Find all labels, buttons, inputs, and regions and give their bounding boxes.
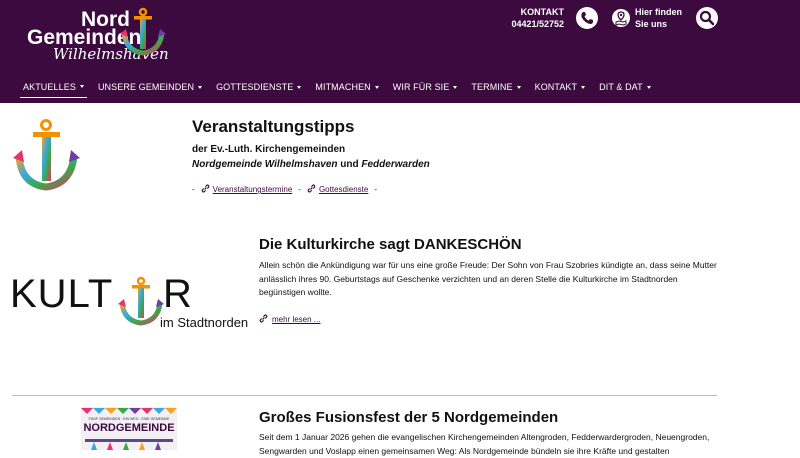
chevron-down-icon <box>79 85 84 88</box>
nav-item-gottesdienste[interactable]: GOTTESDIENSTE <box>213 77 304 97</box>
site-header: Nord Gemeinden Wilhelmshaven KONTAKT 044… <box>0 0 800 103</box>
link-separator: - <box>298 185 301 194</box>
chevron-down-icon <box>646 85 651 89</box>
contact-phone: 04421/52752 <box>511 19 564 29</box>
nav-label: GOTTESDIENSTE <box>216 82 294 92</box>
article-text: Allein schön die Ankündigung war für uns… <box>259 260 717 297</box>
anchor-large-icon <box>13 119 80 191</box>
bunting-icon <box>81 408 177 414</box>
kultur-logo-subtitle: im Stadtnorden <box>160 315 249 330</box>
kultur-logo-text-2: R <box>163 272 192 316</box>
chevron-down-icon <box>198 85 203 89</box>
find-us-link[interactable]: Hier finden Sie uns <box>635 6 682 30</box>
chevron-down-icon <box>581 85 586 89</box>
intro-congregation-1: Nordgemeinde Wilhelmshaven <box>192 159 338 170</box>
nav-label: TERMINE <box>471 82 513 92</box>
nav-label: AKTUELLES <box>23 81 76 92</box>
article-text: Seit dem 1 Januar 2026 gehen die evangel… <box>259 432 710 456</box>
main-nav: AKTUELLES UNSERE GEMEINDEN GOTTESDIENSTE… <box>20 76 662 98</box>
nav-item-mitmachen[interactable]: MITMACHEN <box>312 77 381 97</box>
intro-links: - Veranstaltungstermine - Gottesdienste … <box>192 184 377 195</box>
find-us-line2: Sie uns <box>635 19 668 29</box>
find-us-line1: Hier finden <box>635 7 683 17</box>
link-separator: - <box>192 185 195 194</box>
intro-and: und <box>340 159 359 170</box>
header-contact[interactable]: KONTAKT 04421/52752 <box>506 6 564 30</box>
chevron-down-icon <box>453 85 458 89</box>
contact-label: KONTAKT <box>520 7 564 17</box>
nav-item-termine[interactable]: TERMINE <box>468 77 523 97</box>
anchor-logo-icon <box>120 7 166 56</box>
nav-label: MITMACHEN <box>315 82 371 92</box>
anchor-kultur-icon <box>118 276 164 326</box>
map-icon[interactable] <box>612 9 630 27</box>
intro-line: Nordgemeinde Wilhelmshaven und Fedderwar… <box>192 159 430 170</box>
chevron-down-icon <box>374 85 379 89</box>
chevron-down-icon <box>297 85 302 89</box>
poster-title: NORDGEMEINDE <box>83 422 175 434</box>
link-separator: - <box>374 185 377 194</box>
nav-item-dit-dat[interactable]: DIT & DAT <box>596 77 654 97</box>
search-icon[interactable] <box>696 7 718 29</box>
fusionsfest-poster[interactable]: FÜNF GEMEINDEN · EIN WEG · EINE GEMEINDE… <box>81 407 177 450</box>
intro-subtitle: der Ev.-Luth. Kirchengemeinden <box>192 144 346 155</box>
nav-item-wir-fuer-sie[interactable]: WIR FÜR SIE <box>390 77 461 97</box>
link-gottesdienste[interactable]: Gottesdienste <box>319 185 368 194</box>
link-veranstaltungstermine[interactable]: Veranstaltungstermine <box>213 185 293 194</box>
kultur-logo-text-1: KULT <box>10 272 114 316</box>
poster-small-text: FÜNF GEMEINDEN · EIN WEG · EINE GEMEINDE <box>88 417 170 421</box>
nav-label: KONTAKT <box>534 82 578 92</box>
poster-figures-icon <box>85 439 173 450</box>
link-icon <box>307 184 316 195</box>
nav-item-aktuelles[interactable]: AKTUELLES <box>20 77 87 98</box>
nav-label: DIT & DAT <box>599 82 643 92</box>
intro-congregation-2: Fedderwarden <box>361 159 430 170</box>
nav-label: UNSERE GEMEINDEN <box>97 82 195 92</box>
section-divider <box>12 395 717 396</box>
chevron-down-icon <box>516 85 521 89</box>
phone-icon[interactable] <box>576 7 598 29</box>
article-title[interactable]: Großes Fusionsfest der 5 Nordgemeinden <box>259 409 558 426</box>
kultur-logo[interactable]: KULT R im Stadtnorden <box>10 272 250 334</box>
link-icon <box>259 310 268 328</box>
nav-item-kontakt[interactable]: KONTAKT <box>532 77 589 97</box>
article-title[interactable]: Die Kulturkirche sagt DANKESCHÖN <box>259 236 522 253</box>
read-more-row: mehr lesen ... <box>259 310 320 328</box>
read-more-link[interactable]: mehr lesen ... <box>272 315 320 324</box>
nav-label: WIR FÜR SIE <box>392 82 450 92</box>
link-icon <box>201 184 210 195</box>
page-title: Veranstaltungstipps <box>192 117 355 136</box>
nav-item-unsere-gemeinden[interactable]: UNSERE GEMEINDEN <box>95 77 205 97</box>
